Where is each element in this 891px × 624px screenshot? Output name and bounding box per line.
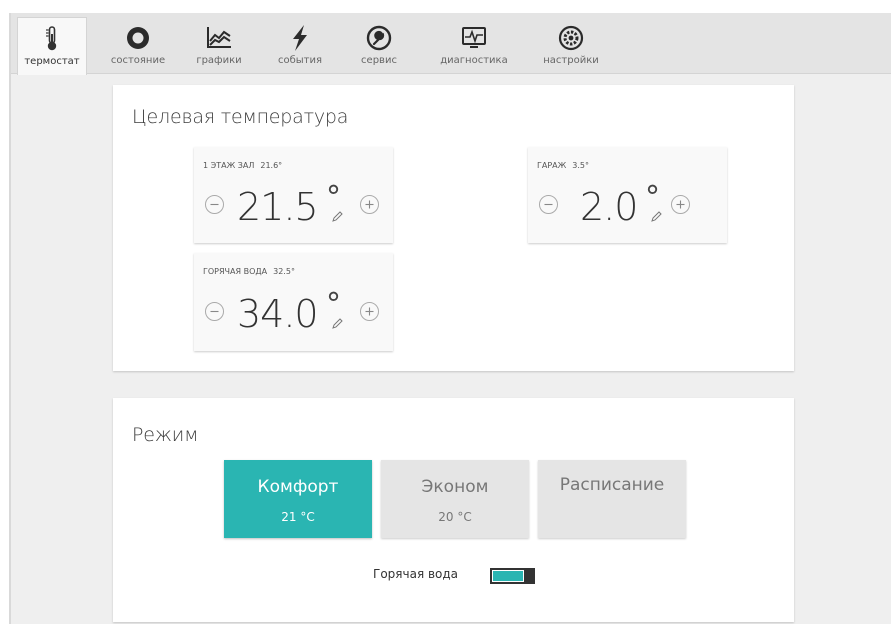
mode-schedule-button[interactable]: Расписание bbox=[538, 460, 686, 538]
zone-name: 1 ЭТАЖ ЗАЛ bbox=[203, 161, 255, 170]
setpoint-value: 34.0 bbox=[237, 292, 319, 336]
degree-symbol: ° bbox=[326, 287, 341, 322]
degree-symbol: ° bbox=[645, 180, 660, 215]
decrease-button[interactable] bbox=[205, 302, 224, 321]
card-title: Режим bbox=[132, 424, 199, 446]
tab-label: сервис bbox=[361, 55, 397, 66]
tab-charts[interactable]: графики bbox=[189, 17, 249, 73]
lightning-icon bbox=[293, 25, 307, 51]
chart-icon bbox=[207, 27, 231, 48]
tab-label: настройки bbox=[543, 55, 599, 66]
plus-icon bbox=[365, 200, 374, 209]
setpoint-value: 21.5 bbox=[237, 185, 319, 229]
card-title: Целевая температура bbox=[132, 106, 349, 128]
edit-pencil-icon[interactable] bbox=[331, 211, 343, 223]
monitor-pulse-icon bbox=[462, 27, 486, 48]
minus-icon bbox=[210, 310, 219, 313]
wrench-icon bbox=[366, 25, 392, 51]
tab-service[interactable]: сервис bbox=[349, 17, 409, 73]
zone-tile-1: 1 ЭТАЖ ЗАЛ 21.6° 21.5 ° bbox=[194, 147, 393, 243]
minus-icon bbox=[544, 203, 553, 206]
mode-name: Эконом bbox=[421, 477, 489, 497]
tab-diagnostics[interactable]: диагностика bbox=[436, 17, 512, 73]
hot-water-label: Горячая вода bbox=[373, 567, 459, 581]
mode-name: Расписание bbox=[559, 475, 665, 495]
zone-tile-2: ГАРАЖ 3.5° 2.0 ° bbox=[528, 147, 727, 243]
tab-thermostat[interactable]: термостат bbox=[17, 17, 87, 75]
decrease-button[interactable] bbox=[205, 195, 224, 214]
plus-icon bbox=[676, 200, 685, 209]
target-temperature-card: Целевая температура 1 ЭТАЖ ЗАЛ 21.6° 21.5… bbox=[113, 85, 794, 371]
tab-status[interactable]: состояние bbox=[103, 17, 173, 73]
zone-current-temp: 32.5° bbox=[273, 267, 295, 276]
tab-label: диагностика bbox=[440, 55, 508, 66]
zone-current-temp: 3.5° bbox=[572, 161, 589, 170]
tab-events[interactable]: события bbox=[270, 17, 330, 73]
setpoint-value: 2.0 bbox=[580, 185, 638, 229]
minus-icon bbox=[210, 203, 219, 206]
tab-label: состояние bbox=[110, 55, 166, 66]
thermometer-icon bbox=[46, 26, 57, 51]
mode-comfort-button[interactable]: Комфорт 21 °C bbox=[224, 460, 372, 538]
circle-status-icon bbox=[127, 27, 149, 49]
mode-economy-button[interactable]: Эконом 20 °C bbox=[381, 460, 529, 538]
thermostat-app: термостат состояние графики события серв… bbox=[9, 13, 891, 624]
zone-header: ГОРЯЧАЯ ВОДА 32.5° bbox=[203, 267, 295, 276]
increase-button[interactable] bbox=[360, 302, 379, 321]
mode-temp: 21 °C bbox=[281, 510, 315, 524]
tab-label: графики bbox=[196, 55, 242, 66]
zone-current-temp: 21.6° bbox=[260, 161, 283, 170]
mode-temp: 20 °C bbox=[438, 510, 472, 524]
mode-card: Режим Комфорт 21 °C Эконом 20 °C Расписа… bbox=[113, 398, 794, 622]
zone-header: ГАРАЖ 3.5° bbox=[537, 161, 589, 170]
zone-name: ГОРЯЧАЯ ВОДА bbox=[203, 267, 268, 276]
tab-settings[interactable]: настройки bbox=[536, 17, 606, 73]
increase-button[interactable] bbox=[360, 195, 379, 214]
tab-bar: термостат состояние графики события серв… bbox=[11, 13, 891, 75]
mode-name: Комфорт bbox=[257, 477, 339, 497]
gear-icon bbox=[558, 25, 584, 51]
edit-pencil-icon[interactable] bbox=[650, 211, 662, 223]
decrease-button[interactable] bbox=[539, 195, 558, 214]
edit-pencil-icon[interactable] bbox=[331, 318, 343, 330]
increase-button[interactable] bbox=[671, 195, 690, 214]
zone-name: ГАРАЖ bbox=[537, 161, 567, 170]
toggle-fill bbox=[492, 570, 524, 582]
hot-water-toggle[interactable] bbox=[490, 568, 535, 584]
zone-tile-3: ГОРЯЧАЯ ВОДА 32.5° 34.0 ° bbox=[194, 253, 393, 351]
tab-label: термостат bbox=[24, 56, 80, 67]
plus-icon bbox=[365, 307, 374, 316]
tab-label: события bbox=[277, 55, 323, 66]
degree-symbol: ° bbox=[326, 180, 341, 215]
zone-header: 1 ЭТАЖ ЗАЛ 21.6° bbox=[203, 161, 282, 170]
